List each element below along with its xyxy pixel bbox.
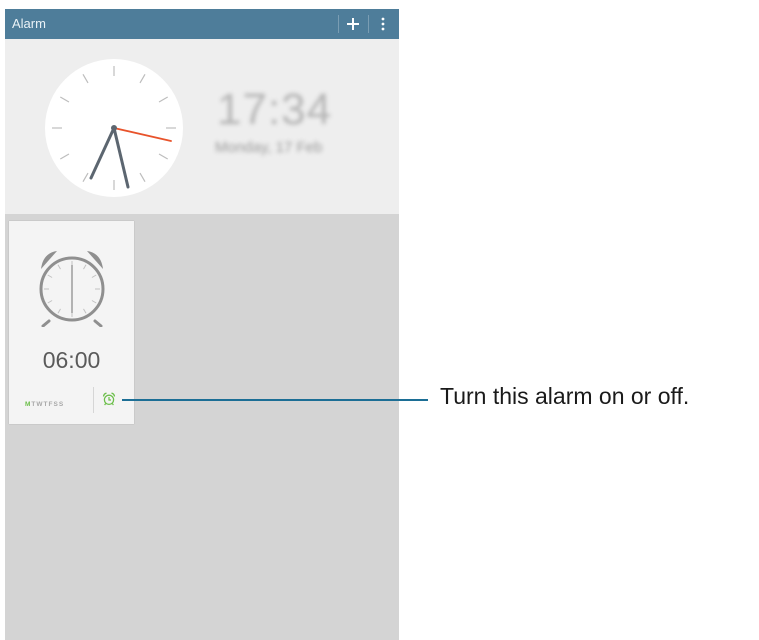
clock-panel: 17:34 Monday, 17 Feb — [5, 39, 399, 214]
day-wednesday: W — [36, 401, 44, 408]
repeat-days: MTWTFSS — [25, 401, 64, 408]
more-options-icon — [381, 17, 385, 31]
card-divider — [93, 387, 94, 413]
add-alarm-button[interactable] — [339, 9, 367, 39]
alarm-toggle-icon[interactable] — [102, 392, 116, 406]
alarm-clock-icon — [39, 251, 105, 327]
device-screen: Alarm 17:34 Monday, 17 Feb 06:00 MTWTFSS — [5, 9, 399, 640]
callout-label: Turn this alarm on or off. — [440, 383, 690, 409]
alarm-time: 06:00 — [42, 347, 101, 373]
digital-time: 17:34 — [217, 85, 333, 134]
digital-date: Monday, 17 Feb — [215, 139, 323, 156]
more-options-button[interactable] — [369, 9, 397, 39]
day-sunday: S — [58, 401, 65, 408]
app-title: Alarm — [12, 16, 46, 31]
alarm-card[interactable]: 06:00 MTWTFSS — [9, 221, 134, 424]
callout-line — [122, 399, 428, 401]
analog-clock — [45, 59, 183, 197]
add-icon — [347, 17, 359, 30]
action-bar: Alarm — [5, 9, 399, 39]
